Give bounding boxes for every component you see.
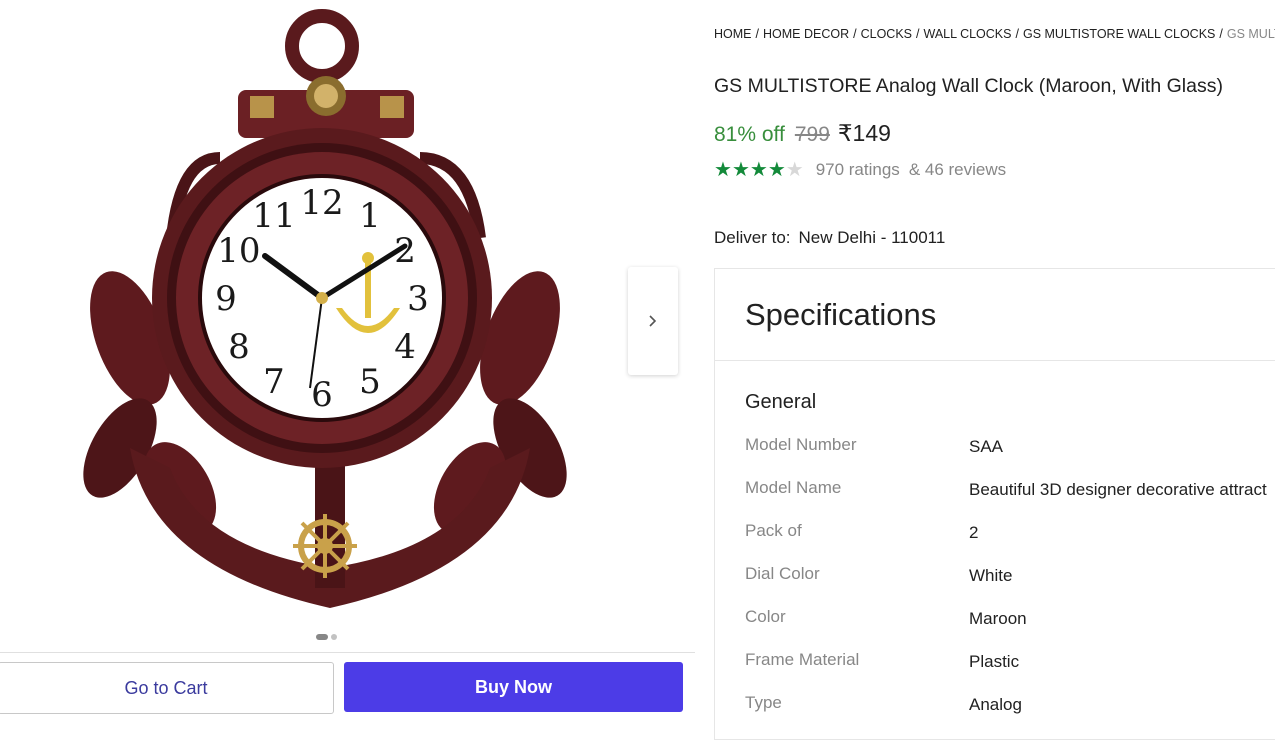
spec-value: Analog [969,695,1022,714]
clock-numeral: 6 [311,375,333,415]
gallery-pagination [316,634,337,640]
clock-numeral: 5 [359,362,381,402]
go-to-cart-button[interactable]: Go to Cart [0,662,334,714]
star-icon: ★ [714,159,732,181]
breadcrumb: HOME / HOME DECOR / CLOCKS / WALL CLOCKS / GS MU… [714,27,1275,41]
deliver-location: New Delhi - 110011 [798,228,946,247]
specifications-panel: Specifications General Model Number SAA Mo… [714,268,1275,740]
spec-key: Frame Material [745,650,860,669]
breadcrumb-item[interactable]: HOME DECOR [763,27,849,41]
breadcrumb-item[interactable]: GS MULTISTORE WALL CLOCKS [1023,27,1215,41]
spec-key: Pack of [745,521,802,540]
chevron-right-icon [649,315,657,327]
clock-numeral: 4 [394,327,416,367]
spec-row: Model Number SAA [745,435,1275,478]
spec-row: Type Analog [745,693,1275,736]
gallery-dot[interactable] [316,634,328,640]
price-row: 81% off 799 ₹149 [714,120,891,147]
spec-row: Pack of 2 [745,521,1275,564]
breadcrumb-item[interactable]: CLOCKS [861,27,912,41]
star-icon: ★ [749,159,768,181]
spec-key: Model Name [745,478,842,497]
spec-value: Beautiful 3D designer decorative attract [969,480,1267,499]
clock-numeral: 10 [217,231,260,271]
reviews-count: & 46 reviews [908,160,1007,179]
spec-row: Model Name Beautiful 3D designer decorati… [745,478,1275,521]
product-title: GS MULTISTORE Analog Wall Clock (Maroon,… [714,75,1223,97]
mrp-price: 799 [794,123,830,146]
star-rating: ★ ★ ★ ★ ★ [714,160,804,180]
product-gallery: 12 1 2 3 4 5 6 7 8 9 10 11 Go to Cart Buy Now [0,0,700,728]
spec-group-title: General [745,391,817,413]
spec-value: Maroon [969,609,1027,628]
spec-value: White [969,566,1013,585]
star-icon: ★ [785,159,804,181]
spec-key: Color [745,607,786,626]
ratings-count: 970 ratings [815,160,900,179]
delivery-location[interactable]: Deliver to: New Delhi - 110011 [714,228,945,248]
discount-label: 81% off [714,123,785,146]
product-details: HOME / HOME DECOR / CLOCKS / WALL CLOCKS / GS MU… [714,0,1275,740]
spec-value: Plastic [969,652,1020,671]
spec-key: Dial Color [745,564,820,583]
buy-now-button[interactable]: Buy Now [344,662,683,712]
spec-value: 2 [969,523,979,542]
clock-numeral: 9 [215,279,237,319]
next-image-button[interactable] [628,267,678,375]
spec-row: Dial Color White [745,564,1275,607]
clock-numeral: 11 [252,196,295,236]
star-icon: ★ [767,159,786,181]
deliver-label: Deliver to: [714,228,791,247]
clock-numeral: 12 [300,183,343,223]
clock-numeral: 1 [359,196,381,236]
clock-numeral: 8 [228,327,250,367]
product-image[interactable]: 12 1234567891011 [60,8,600,628]
spec-row: Color Maroon [745,607,1275,650]
spec-key: Type [745,693,782,712]
star-icon: ★ [731,159,750,181]
gallery-dot[interactable] [331,634,337,640]
breadcrumb-item: GS MULT [1226,27,1275,41]
action-bar: Go to Cart Buy Now [0,652,695,729]
clock-numeral: 3 [407,279,429,319]
spec-table: Model Number SAA Model Name Beautiful 3D de… [745,435,1275,736]
spec-value: SAA [969,437,1004,456]
ship-wheel-icon [293,514,357,578]
spec-row: Frame Material Plastic [745,650,1275,693]
clock-numeral: 7 [263,362,285,402]
breadcrumb-item[interactable]: WALL CLOCKS [923,27,1011,41]
breadcrumb-item[interactable]: HOME [714,27,752,41]
specifications-heading: Specifications [715,269,1275,361]
selling-price: ₹149 [837,120,891,146]
rating-summary[interactable]: ★ ★ ★ ★ ★ 970 ratings & 46 reviews [714,160,1006,180]
spec-key: Model Number [745,435,857,454]
